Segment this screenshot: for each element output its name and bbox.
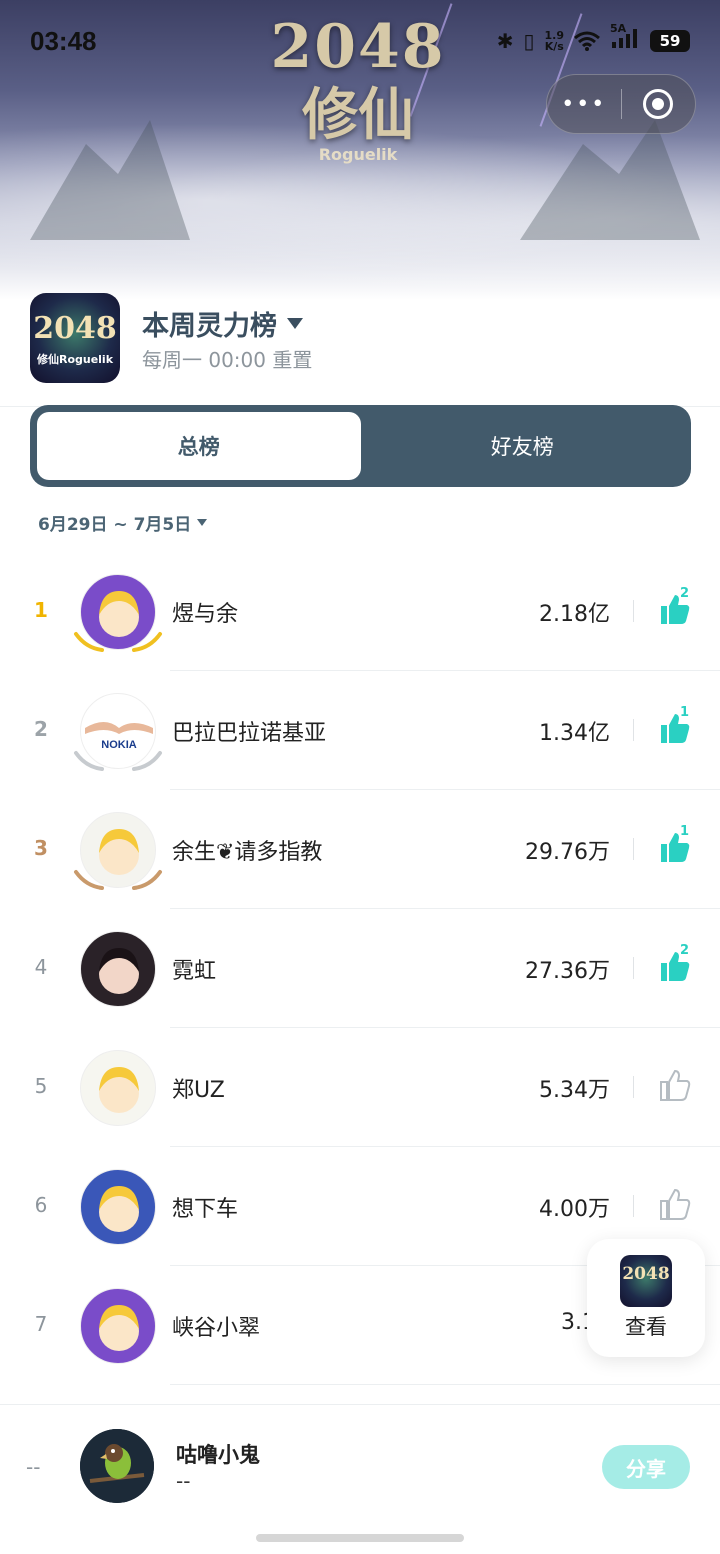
user-score: 1.34亿 (539, 721, 610, 746)
caret-down-icon (287, 318, 303, 329)
battery-indicator: 59 (650, 29, 690, 52)
board-selector[interactable]: 本周灵力榜 (142, 304, 303, 343)
leaderboard-tabs: 总榜 好友榜 (30, 405, 691, 487)
more-button[interactable]: ••• (547, 92, 621, 117)
reset-info: 每周一 00:00 重置 (142, 348, 313, 372)
avatar-illustration-icon (99, 1067, 139, 1113)
cellular-signal: 5A (610, 22, 640, 53)
board-title: 本周灵力榜 (142, 311, 277, 342)
tab-friends[interactable]: 好友榜 (361, 412, 685, 480)
avatar-illustration-icon (99, 1186, 139, 1232)
caret-down-icon (197, 519, 208, 526)
user-name: 想下车 (172, 1197, 239, 1222)
logo-subtitle: Roguelik (318, 145, 398, 164)
avatar-illustration-icon (99, 948, 139, 994)
user-score: 27.36万 (525, 959, 610, 984)
ranking-row[interactable]: 5 郑UZ 5.34万 (0, 1028, 720, 1147)
thumbs-up-icon[interactable] (656, 1187, 692, 1221)
status-time: 03:48 (30, 26, 97, 56)
user-avatar[interactable] (80, 931, 156, 1007)
my-avatar (80, 1429, 154, 1503)
bluetooth-icon: ✱ (496, 28, 514, 53)
parrot-avatar-icon (80, 1429, 154, 1503)
my-rank: -- (26, 1455, 41, 1479)
my-score: -- (176, 1469, 191, 1493)
signal-label: 5A (610, 22, 627, 35)
like-count: 1 (680, 824, 690, 839)
date-range-label: 6月29日 ~ 7月5日 (38, 515, 192, 535)
row-divider (633, 957, 634, 979)
user-avatar[interactable] (80, 1288, 156, 1364)
user-name: 郑UZ (172, 1078, 225, 1103)
avatar-illustration-icon (99, 1305, 139, 1351)
ranking-row[interactable]: 3 余生❦请多指教 29.76万 1 (0, 790, 720, 909)
rank-number: 1 (34, 598, 48, 622)
rank-number: 3 (34, 836, 48, 860)
laurel-icon (74, 632, 162, 652)
thumbs-up-icon[interactable] (656, 1068, 692, 1102)
user-score: 4.00万 (539, 1197, 610, 1222)
my-name: 咕噜小鬼 (176, 1443, 260, 1467)
user-avatar[interactable] (80, 1050, 156, 1126)
row-divider (633, 1195, 634, 1217)
wifi-icon (574, 31, 600, 51)
user-score: 29.76万 (525, 840, 610, 865)
view-label: 查看 (625, 1315, 667, 1339)
row-divider (633, 1076, 634, 1098)
rank-number: 4 (34, 955, 48, 979)
app-icon-subtext: 修仙Roguelik (36, 353, 114, 366)
miniprogram-capsule: ••• (546, 74, 696, 134)
network-speed: 1.9 K/s (545, 30, 565, 52)
game-logo: 2048 修仙 Roguelik (258, 12, 458, 164)
laurel-icon (74, 870, 162, 890)
view-floating-button[interactable]: 2048 查看 (587, 1239, 705, 1357)
rank-number: 6 (34, 1193, 48, 1217)
tab-overall[interactable]: 总榜 (37, 412, 361, 480)
close-target-icon (643, 89, 674, 119)
share-button[interactable]: 分享 (602, 1445, 690, 1489)
status-icons: ✱ ▯ 1.9 K/s 5A 59 (496, 22, 690, 53)
ranking-row[interactable]: 2 NOKIA 巴拉巴拉诺基亚 1.34亿 1 (0, 671, 720, 790)
row-divider (633, 719, 634, 741)
user-score: 5.34万 (539, 1078, 610, 1103)
user-name: 煜与余 (172, 602, 239, 627)
net-speed-unit: K/s (544, 39, 564, 53)
rank-number: 2 (34, 717, 48, 741)
user-avatar[interactable] (80, 1169, 156, 1245)
ranking-row[interactable]: 4 霓虹 27.36万 2 (0, 909, 720, 1028)
user-name: 峡谷小翠 (172, 1316, 261, 1341)
rank-number: 7 (34, 1312, 48, 1336)
like-count: 2 (680, 586, 690, 601)
my-rank-bar: -- 咕噜小鬼 -- 分享 (0, 1404, 720, 1554)
like-count: 2 (680, 943, 690, 958)
user-score: 2.18亿 (539, 602, 610, 627)
vibrate-icon: ▯ (523, 28, 535, 53)
app-icon-text: 2048 (33, 311, 117, 346)
user-name: 巴拉巴拉诺基亚 (172, 721, 327, 746)
close-button[interactable] (622, 89, 696, 119)
row-separator (170, 1384, 720, 1385)
row-divider (633, 600, 634, 622)
like-count: 1 (680, 705, 690, 720)
app-icon: 2048 修仙Roguelik (30, 293, 120, 383)
logo-chinese: 修仙 (302, 82, 414, 148)
mini-app-icon: 2048 (620, 1255, 672, 1307)
laurel-icon (74, 751, 162, 771)
home-indicator[interactable] (256, 1534, 464, 1542)
user-name: 霓虹 (172, 959, 217, 984)
date-range-selector[interactable]: 6月29日 ~ 7月5日 (38, 510, 208, 535)
row-divider (633, 838, 634, 860)
user-name: 余生❦请多指教 (172, 840, 323, 865)
ranking-row[interactable]: 1 煜与余 2.18亿 2 (0, 552, 720, 671)
rank-number: 5 (34, 1074, 48, 1098)
